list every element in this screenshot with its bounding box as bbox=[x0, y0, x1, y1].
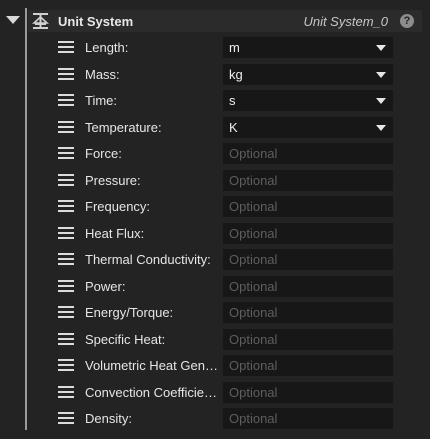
unit-field bbox=[223, 196, 393, 217]
unit-row: Heat Flux: bbox=[28, 221, 422, 247]
unit-select[interactable]: s bbox=[223, 90, 393, 111]
unit-row: Pressure: bbox=[28, 168, 422, 194]
unit-row: Length: m bbox=[28, 35, 422, 61]
section-title: Unit System bbox=[58, 14, 134, 29]
unit-row-label: Time: bbox=[85, 93, 118, 108]
unit-input[interactable] bbox=[223, 222, 393, 244]
unit-row-label: Volumetric Heat Gen… bbox=[85, 358, 218, 373]
unit-field bbox=[223, 302, 393, 323]
help-icon[interactable]: ? bbox=[400, 14, 414, 28]
chevron-down-icon[interactable] bbox=[376, 71, 386, 78]
list-icon[interactable] bbox=[58, 359, 74, 371]
list-icon[interactable] bbox=[58, 200, 74, 212]
chevron-down-icon[interactable] bbox=[376, 45, 386, 51]
unit-field bbox=[223, 355, 393, 376]
unit-field bbox=[223, 249, 393, 270]
unit-row: Energy/Torque: bbox=[28, 300, 422, 326]
list-icon[interactable] bbox=[58, 226, 74, 239]
unit-select-value: kg bbox=[229, 66, 243, 82]
list-icon[interactable] bbox=[58, 120, 74, 133]
unit-field bbox=[223, 408, 393, 429]
list-icon[interactable] bbox=[58, 147, 74, 159]
unit-field bbox=[223, 381, 393, 403]
chevron-down-icon[interactable] bbox=[376, 98, 386, 104]
unit-row-label: Heat Flux: bbox=[85, 225, 145, 241]
unit-input[interactable] bbox=[223, 355, 393, 376]
collapse-arrow-icon[interactable] bbox=[6, 16, 20, 24]
list-icon[interactable] bbox=[58, 306, 74, 318]
unit-row-label: Force: bbox=[85, 146, 122, 161]
unit-row: Frequency: bbox=[28, 194, 422, 220]
unit-row: Specific Heat: bbox=[28, 327, 422, 353]
unit-row-label: Density: bbox=[85, 411, 132, 426]
unit-input[interactable] bbox=[223, 408, 393, 429]
unit-select-value: K bbox=[229, 119, 238, 135]
unit-row: Convection Coefficie… bbox=[28, 380, 422, 406]
unit-field bbox=[223, 328, 393, 350]
unit-select[interactable]: m bbox=[223, 37, 393, 58]
tree-guide-line bbox=[25, 8, 27, 430]
unit-row-label: Specific Heat: bbox=[85, 331, 166, 347]
unit-row: Force: bbox=[28, 141, 422, 167]
unit-row-label: Thermal Conductivity: bbox=[85, 252, 211, 267]
list-icon[interactable] bbox=[58, 279, 74, 292]
unit-input[interactable] bbox=[223, 143, 393, 164]
unit-row: Volumetric Heat Gen… bbox=[28, 353, 422, 379]
unit-row-label: Frequency: bbox=[85, 199, 151, 214]
unit-row-label: Mass: bbox=[85, 66, 120, 82]
list-icon[interactable] bbox=[58, 253, 74, 265]
unit-select[interactable]: kg bbox=[223, 63, 393, 85]
unit-field bbox=[223, 275, 393, 297]
list-icon[interactable] bbox=[58, 173, 74, 186]
list-icon[interactable] bbox=[58, 332, 74, 345]
unit-input[interactable] bbox=[223, 169, 393, 191]
unit-input[interactable] bbox=[223, 275, 393, 297]
unit-select[interactable]: K bbox=[223, 116, 393, 138]
unit-row: Time: s bbox=[28, 88, 422, 114]
instance-name: Unit System_0 bbox=[303, 14, 388, 29]
unit-row-label: Pressure: bbox=[85, 172, 141, 188]
unit-row: Power: bbox=[28, 274, 422, 300]
unit-input[interactable] bbox=[223, 328, 393, 350]
unit-row: Mass: kg bbox=[28, 62, 422, 88]
unit-field bbox=[223, 222, 393, 244]
unit-row-label: Convection Coefficie… bbox=[85, 384, 217, 400]
list-icon[interactable] bbox=[58, 67, 74, 80]
unit-row: Thermal Conductivity: bbox=[28, 247, 422, 273]
unit-row: Temperature: K bbox=[28, 115, 422, 141]
unit-row: Density: bbox=[28, 406, 422, 432]
unit-select-value: m bbox=[229, 40, 240, 55]
unit-field bbox=[223, 169, 393, 191]
unit-system-header[interactable]: Unit System Unit System_0 ? bbox=[28, 10, 422, 32]
unit-select-value: s bbox=[229, 93, 236, 108]
unit-input[interactable] bbox=[223, 196, 393, 217]
unit-system-panel: Unit System Unit System_0 ? Length: m Mass… bbox=[0, 0, 430, 439]
unit-system-icon bbox=[32, 13, 49, 29]
unit-row-label: Power: bbox=[85, 278, 126, 294]
list-icon[interactable] bbox=[58, 41, 74, 53]
unit-input[interactable] bbox=[223, 302, 393, 323]
list-icon[interactable] bbox=[58, 385, 74, 398]
unit-row-label: Energy/Torque: bbox=[85, 305, 174, 320]
unit-field bbox=[223, 143, 393, 164]
list-icon[interactable] bbox=[58, 94, 74, 106]
unit-row-label: Length: bbox=[85, 40, 129, 55]
chevron-down-icon[interactable] bbox=[376, 124, 386, 131]
list-icon[interactable] bbox=[58, 412, 74, 424]
unit-row-label: Temperature: bbox=[85, 119, 162, 135]
unit-input[interactable] bbox=[223, 381, 393, 403]
unit-input[interactable] bbox=[223, 249, 393, 270]
